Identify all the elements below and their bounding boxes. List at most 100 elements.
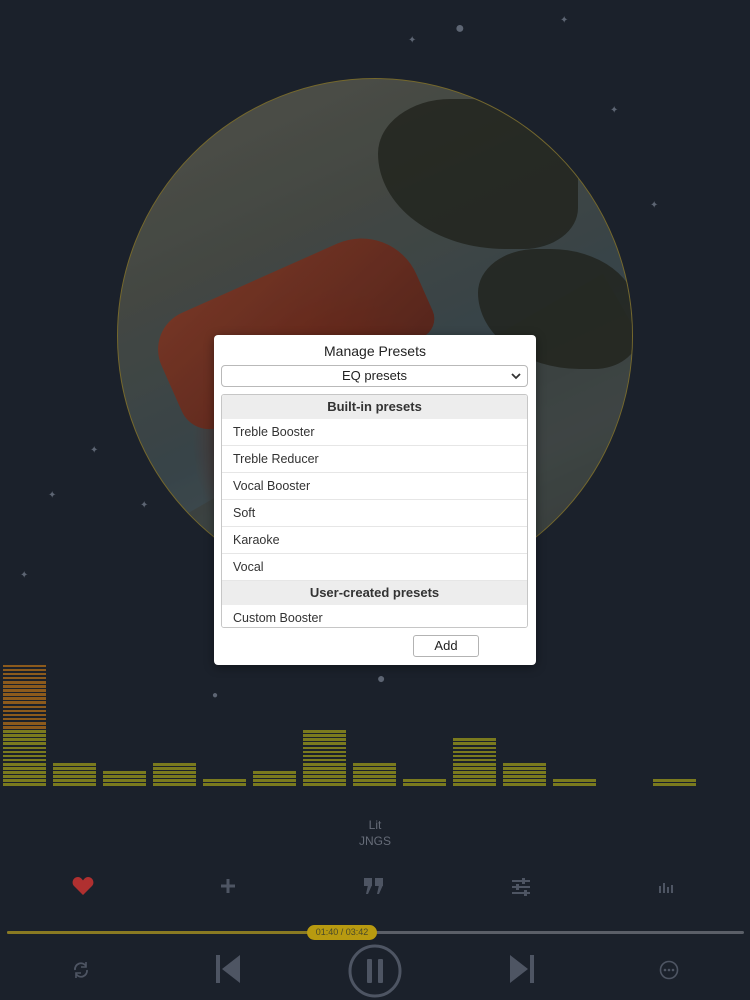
eq-bar-segment [53, 762, 96, 766]
previous-icon[interactable] [213, 952, 243, 986]
eq-bar [253, 700, 296, 786]
eq-bar-segment [553, 783, 596, 786]
preset-item-vocal[interactable]: Vocal [222, 554, 527, 581]
eq-bar-segment [453, 758, 496, 762]
eq-bar-segment [3, 717, 46, 721]
eq-bar-segment [3, 713, 46, 717]
eq-bar-segment [3, 783, 46, 786]
eq-bar-segment [503, 783, 546, 786]
eq-bar-segment [303, 783, 346, 786]
progress-fill [7, 931, 339, 934]
eq-bar-segment [653, 783, 696, 786]
eq-bar-segment [303, 758, 346, 762]
eq-bar-segment [3, 676, 46, 680]
eq-bar-segment [353, 762, 396, 766]
eq-bar-segment [353, 783, 396, 786]
time-badge: 01:40 / 03:42 [307, 925, 377, 940]
eq-bar-segment [353, 779, 396, 782]
preset-type-select[interactable]: EQ presets [221, 365, 528, 387]
eq-bar [353, 700, 396, 786]
builtin-presets-header: Built-in presets [222, 395, 527, 419]
preset-item-soft[interactable]: Soft [222, 500, 527, 527]
preset-item-treble-reducer[interactable]: Treble Reducer [222, 446, 527, 473]
star-decoration: ● [377, 670, 386, 686]
eq-bar-segment [303, 738, 346, 741]
eq-bar-segment [153, 762, 196, 766]
eq-bar-segment [303, 742, 346, 745]
eq-bar-segment [3, 685, 46, 688]
manage-presets-dialog: Manage Presets EQ presets Built-in prese… [214, 335, 536, 665]
eq-bar-segment [3, 697, 46, 700]
eq-bar-segment [303, 771, 346, 774]
star-decoration: ✦ [48, 490, 57, 501]
eq-bar-segment [353, 775, 396, 778]
bars-icon[interactable] [657, 879, 675, 895]
eq-bar-segment [3, 726, 46, 729]
user-presets-header: User-created presets [222, 581, 527, 605]
eq-bar-segment [453, 746, 496, 750]
eq-bar-segment [53, 779, 96, 782]
eq-bar-segment [3, 775, 46, 778]
eq-bar-segment [653, 779, 696, 782]
heart-icon[interactable] [70, 874, 96, 898]
eq-bar-segment [53, 771, 96, 774]
eq-bar-segment [3, 754, 46, 758]
star-decoration: ✦ [90, 445, 99, 456]
eq-bar-segment [3, 762, 46, 766]
eq-bar-segment [453, 775, 496, 778]
eq-bar-segment [3, 672, 46, 676]
eq-bar [503, 700, 546, 786]
eq-bar [603, 700, 646, 786]
eq-bar-segment [303, 730, 346, 733]
eq-bar-segment [453, 754, 496, 758]
track-artist: JNGS [358, 834, 391, 848]
dialog-title: Manage Presets [324, 343, 426, 359]
eq-bar [653, 700, 696, 786]
eq-bar-segment [303, 767, 346, 770]
eq-bar-segment [153, 783, 196, 786]
pause-icon[interactable] [347, 943, 403, 999]
star-decoration: ✦ [560, 15, 569, 26]
presets-list: Built-in presets Treble Booster Treble R… [221, 394, 528, 628]
eq-bar-segment [103, 783, 146, 786]
eq-bar-segment [453, 762, 496, 766]
eq-bar-segment [303, 762, 346, 766]
eq-bar-segment [453, 750, 496, 754]
eq-bar-segment [3, 750, 46, 754]
repeat-icon[interactable] [69, 958, 93, 982]
album-art-palm [378, 99, 578, 249]
preset-item-vocal-booster[interactable]: Vocal Booster [222, 473, 527, 500]
eq-bar-segment [3, 689, 46, 692]
eq-bar-segment [453, 767, 496, 770]
eq-bar-segment [3, 709, 46, 713]
plus-icon[interactable] [217, 875, 239, 897]
track-title: Lit [368, 818, 382, 832]
eq-bar-segment [503, 762, 546, 766]
preset-item-treble-booster[interactable]: Treble Booster [222, 419, 527, 446]
eq-bar-segment [3, 734, 46, 737]
eq-bar [3, 664, 46, 786]
eq-bar-segment [103, 775, 146, 778]
add-preset-button[interactable]: Add [413, 635, 479, 657]
star-decoration: ✦ [140, 500, 149, 511]
eq-bar-segment [3, 742, 46, 745]
eq-bar-segment [303, 779, 346, 782]
eq-bar-segment [3, 701, 46, 704]
eq-bar-segment [253, 779, 296, 782]
eq-bar-segment [203, 779, 246, 782]
eq-visualizer [3, 664, 703, 786]
quote-icon[interactable] [362, 875, 386, 897]
next-icon[interactable] [507, 952, 537, 986]
sliders-icon[interactable] [509, 876, 533, 898]
eq-bar-segment [3, 758, 46, 762]
eq-bar-segment [3, 693, 46, 696]
eq-bar [553, 700, 596, 786]
more-icon[interactable] [657, 958, 681, 982]
eq-bar-segment [253, 783, 296, 786]
eq-bar-segment [153, 771, 196, 774]
eq-bar-segment [453, 779, 496, 782]
star-decoration: ✦ [610, 105, 619, 116]
eq-bar-segment [3, 730, 46, 733]
preset-item-custom-booster[interactable]: Custom Booster [222, 605, 527, 627]
preset-item-karaoke[interactable]: Karaoke [222, 527, 527, 554]
